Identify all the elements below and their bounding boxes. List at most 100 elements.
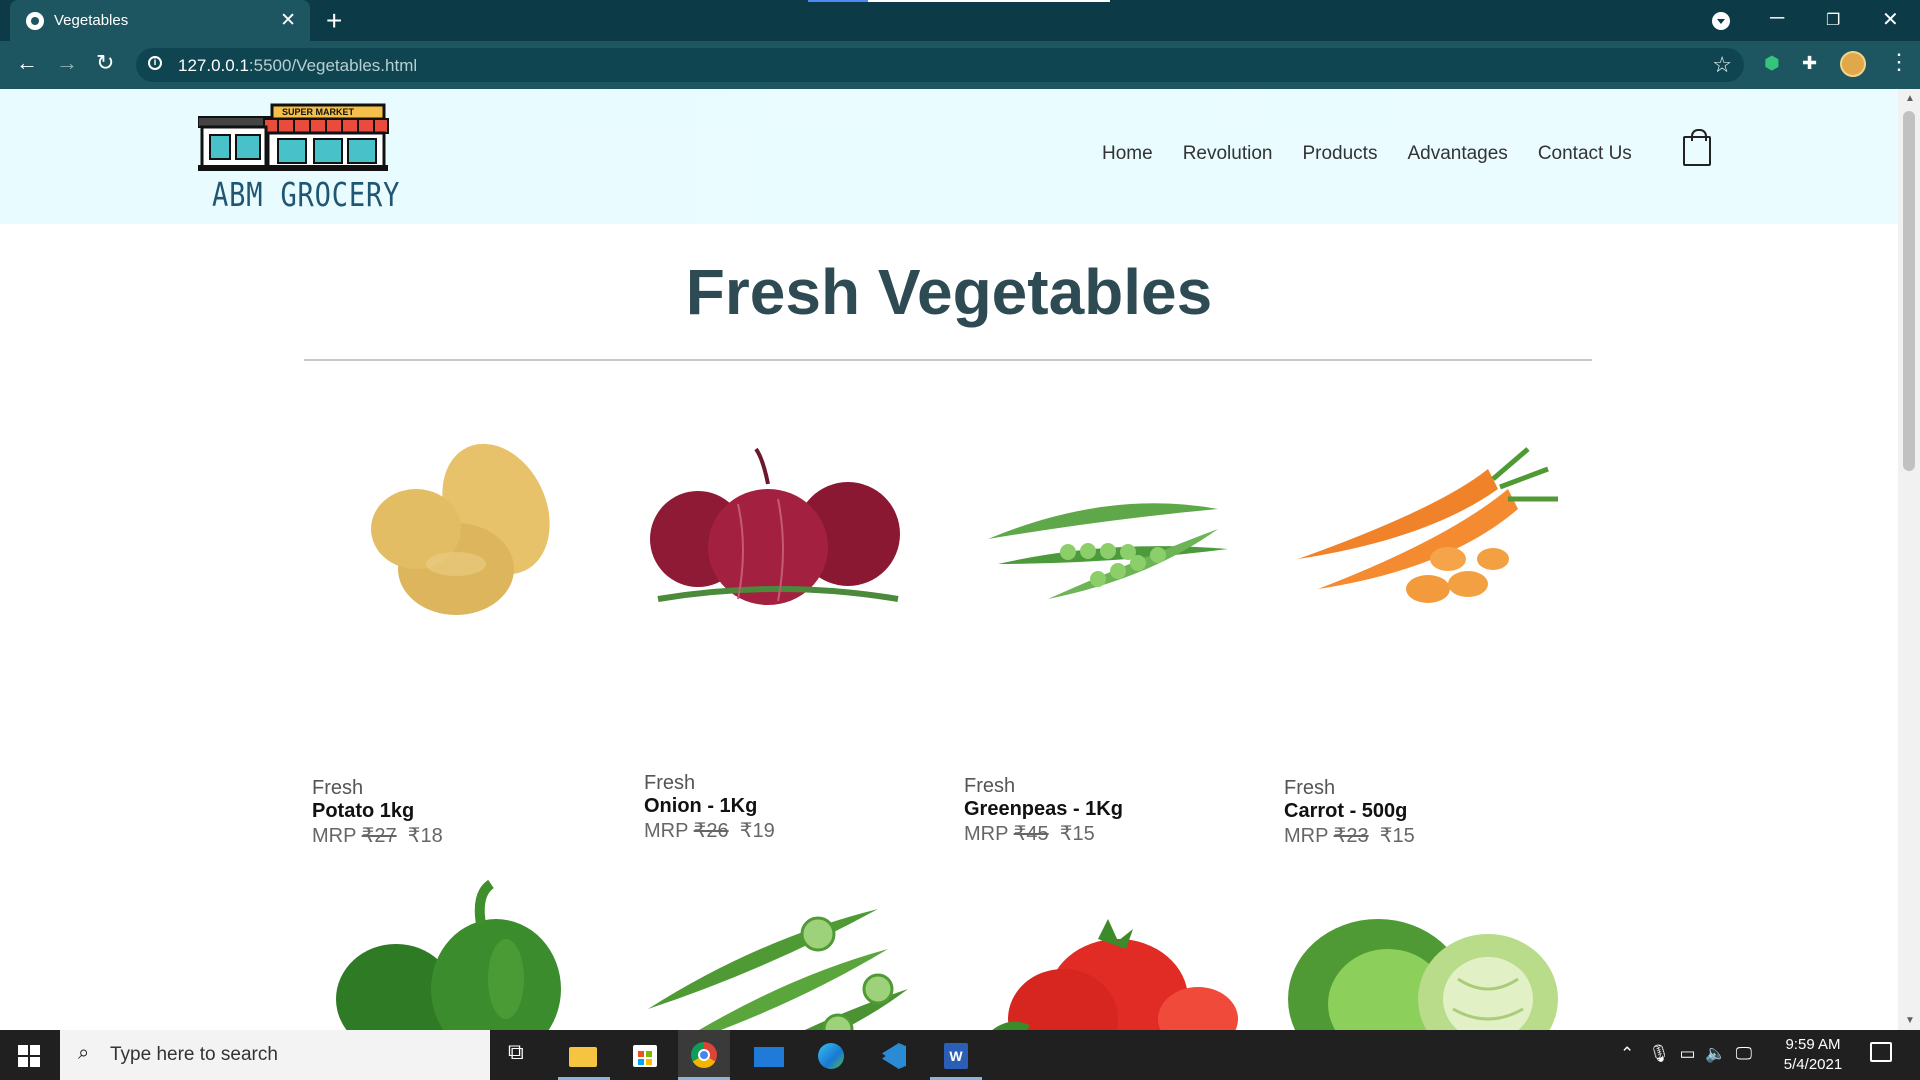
site-info-icon[interactable]: i [148, 56, 162, 70]
shopping-bag-icon[interactable] [1683, 129, 1711, 166]
tab-close-button[interactable]: ✕ [280, 9, 296, 32]
tab-title: Vegetables [54, 12, 129, 29]
file-explorer-icon[interactable] [566, 1039, 600, 1071]
url-text[interactable]: 127.0.0.1:5500/Vegetables.html [178, 56, 417, 76]
product-card-onion[interactable]: Fresh Onion - 1Kg MRP ₹26 ₹19 [638, 429, 928, 849]
chrome-menu-icon[interactable]: ⋮ [1888, 49, 1910, 75]
product-card-carrot[interactable]: Fresh Carrot - 500g MRP ₹23 ₹15 [1278, 429, 1568, 849]
tomato-image [992, 919, 1238, 1030]
product-sale-price: ₹15 [1379, 825, 1415, 847]
forward-arrow-icon[interactable]: → [56, 50, 78, 76]
clock-time: 9:59 AM [1785, 1036, 1841, 1053]
product-name: Carrot - 500g [1284, 800, 1408, 822]
main-nav: Home Revolution Products Advantages Cont… [1102, 143, 1662, 165]
product-price: MRP ₹45 ₹15 [964, 823, 1095, 845]
taskbar-search-box[interactable]: ⌕ Type here to search [60, 1030, 490, 1080]
product-fresh-label: Fresh [644, 772, 696, 794]
windows-taskbar: ⌕ Type here to search ⧉ W ⌃ 🎙 ▭ 🔈 🖵 9:59… [0, 1030, 1920, 1080]
restore-icon[interactable]: ❐ [1826, 10, 1840, 30]
edge-icon[interactable] [814, 1039, 848, 1071]
task-view-icon[interactable]: ⧉ [508, 1039, 542, 1071]
nav-home[interactable]: Home [1102, 143, 1153, 165]
product-card-cabbage[interactable] [1278, 879, 1568, 1030]
close-window-icon[interactable]: ✕ [1882, 7, 1899, 32]
system-tray[interactable]: ⌃ 🎙 ▭ 🔈 🖵 [1620, 1044, 1752, 1064]
nav-contact-us[interactable]: Contact Us [1538, 143, 1632, 165]
nav-advantages[interactable]: Advantages [1407, 143, 1507, 165]
product-price: MRP ₹23 ₹15 [1284, 825, 1415, 847]
tab-search-icon[interactable] [1712, 12, 1730, 30]
product-sale-price: ₹19 [739, 820, 775, 842]
abm-grocery-logo[interactable]: SUPER MARKET ABM GROCERY [197, 103, 399, 214]
shield-extension-icon[interactable]: ⬢ [1764, 53, 1780, 74]
battery-icon[interactable]: ▭ [1679, 1044, 1695, 1063]
new-tab-button[interactable]: + [326, 5, 342, 37]
nav-products[interactable]: Products [1302, 143, 1377, 165]
product-name: Onion - 1Kg [644, 795, 758, 817]
title-divider [304, 359, 1592, 361]
product-card-greenpeas[interactable]: Fresh Greenpeas - 1Kg MRP ₹45 ₹15 [958, 429, 1248, 849]
browser-toolbar: ← → ↻ i 127.0.0.1:5500/Vegetables.html ☆… [0, 41, 1920, 89]
product-card-okra[interactable] [638, 879, 928, 1030]
product-mrp: ₹23 [1333, 825, 1369, 847]
profile-avatar[interactable] [1840, 51, 1866, 77]
search-icon: ⌕ [78, 1042, 90, 1064]
product-card-potato[interactable]: Fresh Potato 1kg MRP ₹27 ₹18 [306, 429, 596, 849]
search-placeholder: Type here to search [110, 1044, 278, 1065]
product-name: Potato 1kg [312, 800, 415, 822]
chrome-icon[interactable] [678, 1030, 730, 1080]
product-sale-price: ₹18 [407, 825, 443, 847]
windows-start-button[interactable] [18, 1045, 40, 1067]
back-arrow-icon[interactable]: ← [16, 50, 38, 76]
browser-title-bar: Vegetables ✕ + ─ ❐ ✕ [0, 0, 1920, 41]
logo-sign-text: SUPER MARKET [282, 107, 355, 117]
okra-image [648, 909, 908, 1030]
minimize-icon[interactable]: ─ [1770, 7, 1784, 30]
product-mrp: ₹45 [1013, 823, 1049, 845]
product-mrp: ₹26 [693, 820, 729, 842]
product-price: MRP ₹26 ₹19 [644, 820, 775, 842]
reload-icon[interactable]: ↻ [96, 50, 114, 76]
page-viewport: SUPER MARKET ABM GROCERY Home Revolution… [0, 89, 1898, 1030]
product-name: Greenpeas - 1Kg [964, 798, 1123, 820]
clock-date: 5/4/2021 [1783, 1056, 1843, 1073]
chevron-up-icon[interactable]: ⌃ [1620, 1044, 1634, 1063]
product-fresh-label: Fresh [312, 777, 364, 799]
page-title: Fresh Vegetables [685, 256, 1213, 328]
taskbar-clock[interactable]: 9:59 AM 5/4/2021 [1766, 1035, 1860, 1075]
potato-image [371, 443, 550, 615]
product-fresh-label: Fresh [964, 775, 1016, 797]
nav-revolution[interactable]: Revolution [1183, 143, 1273, 165]
carrot-image [1298, 447, 1558, 603]
product-fresh-label: Fresh [1284, 777, 1336, 799]
product-card-capsicum[interactable] [306, 879, 596, 1030]
address-bar[interactable]: i 127.0.0.1:5500/Vegetables.html ☆ [136, 48, 1744, 82]
word-icon[interactable]: W [938, 1039, 972, 1071]
network-icon[interactable]: 🖵 [1736, 1044, 1752, 1063]
microphone-icon[interactable]: 🎙 [1648, 1044, 1670, 1063]
page-scrollbar[interactable]: ▲ ▼ [1898, 89, 1920, 1030]
scroll-up-icon[interactable]: ▲ [1905, 93, 1915, 104]
scrollbar-thumb[interactable] [1903, 111, 1915, 471]
green-capsicum-image [336, 879, 561, 1030]
loading-indicator [808, 0, 1110, 2]
puzzle-extensions-icon[interactable]: ✚ [1802, 53, 1817, 74]
globe-icon [26, 12, 44, 30]
store-icon[interactable] [628, 1039, 662, 1071]
product-sale-price: ₹15 [1059, 823, 1095, 845]
mail-icon[interactable] [752, 1039, 786, 1071]
browser-tab[interactable]: Vegetables ✕ [10, 0, 310, 41]
notification-icon[interactable] [1870, 1042, 1892, 1062]
product-card-tomato[interactable] [958, 879, 1248, 1030]
red-onion-image [650, 447, 900, 605]
green-peas-image [988, 503, 1228, 599]
site-header: SUPER MARKET ABM GROCERY Home Revolution… [0, 89, 1898, 224]
cabbage-image [1288, 919, 1558, 1030]
logo-text: ABM GROCERY [212, 175, 401, 214]
scroll-down-icon[interactable]: ▼ [1905, 1015, 1915, 1026]
product-mrp: ₹27 [361, 825, 397, 847]
vscode-icon[interactable] [876, 1039, 910, 1071]
volume-icon[interactable]: 🔈 [1705, 1044, 1726, 1063]
bookmark-star-icon[interactable]: ☆ [1712, 52, 1732, 78]
product-price: MRP ₹27 ₹18 [312, 825, 443, 847]
